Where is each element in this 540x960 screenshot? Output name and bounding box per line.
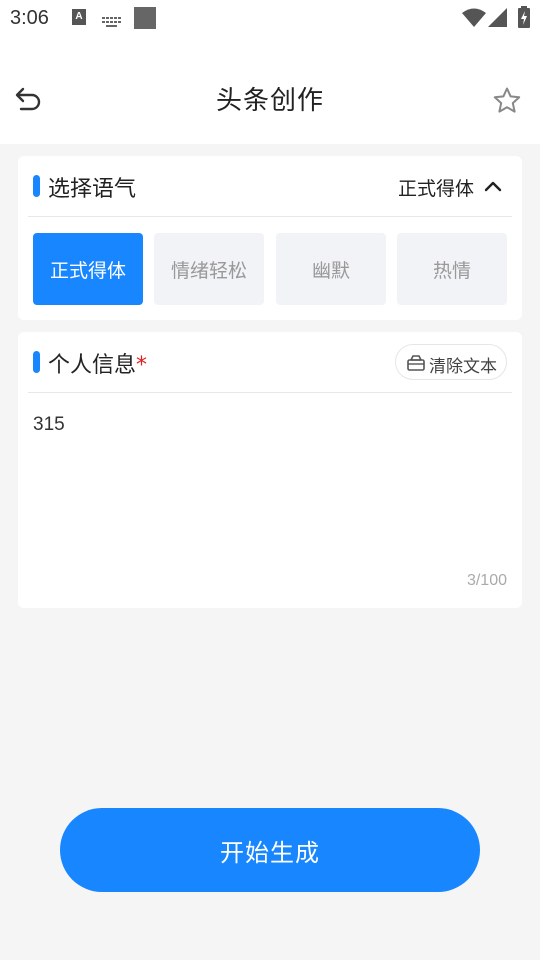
- eraser-icon: [407, 355, 425, 371]
- tone-current-value[interactable]: 正式得体: [398, 174, 474, 201]
- section-accent-bar: [33, 175, 40, 197]
- signal-icon: [488, 8, 508, 32]
- status-bar: 3:06 A: [0, 0, 540, 38]
- tone-options: 正式得体 情绪轻松 幽默 热情: [33, 233, 507, 305]
- generate-button[interactable]: 开始生成: [60, 808, 480, 892]
- char-count: 3/100: [466, 572, 507, 589]
- clear-text-label: 清除文本: [429, 357, 497, 377]
- wifi-icon: [462, 8, 486, 32]
- chevron-up-icon[interactable]: [484, 179, 502, 193]
- keyboard-icon: [102, 12, 122, 27]
- divider: [28, 392, 512, 393]
- info-card-header: 个人信息* 清除文本: [18, 332, 522, 392]
- top-area: 3:06 A 头条创作: [0, 0, 540, 144]
- tone-option-passion[interactable]: 热情: [397, 233, 507, 305]
- required-mark: *: [136, 353, 148, 378]
- page-title: 头条创作: [215, 86, 324, 116]
- favorite-button[interactable]: [492, 86, 524, 118]
- tone-option-formal[interactable]: 正式得体: [33, 233, 143, 305]
- star-outline-icon: [493, 87, 521, 113]
- info-input[interactable]: 315: [33, 414, 65, 436]
- text-badge-icon: A: [72, 9, 86, 25]
- battery-charging-icon: [518, 6, 530, 32]
- tone-section-title: 选择语气: [48, 177, 137, 202]
- tone-option-humor[interactable]: 幽默: [276, 233, 386, 305]
- tone-option-relaxed[interactable]: 情绪轻松: [154, 233, 264, 305]
- info-section-title: 个人信息*: [48, 347, 147, 379]
- tone-card: 选择语气 正式得体 正式得体 情绪轻松 幽默 热情: [18, 156, 522, 320]
- divider: [28, 216, 512, 217]
- square-icon: [134, 7, 156, 29]
- section-accent-bar: [33, 351, 40, 373]
- clear-text-button[interactable]: 清除文本: [395, 344, 507, 380]
- info-title-text: 个人信息: [48, 353, 137, 378]
- info-card: 个人信息* 清除文本 315 3/100: [18, 332, 522, 608]
- status-time: 3:06: [10, 7, 49, 29]
- nav-header: 头条创作: [0, 60, 540, 140]
- tone-card-header[interactable]: 选择语气 正式得体: [18, 156, 522, 216]
